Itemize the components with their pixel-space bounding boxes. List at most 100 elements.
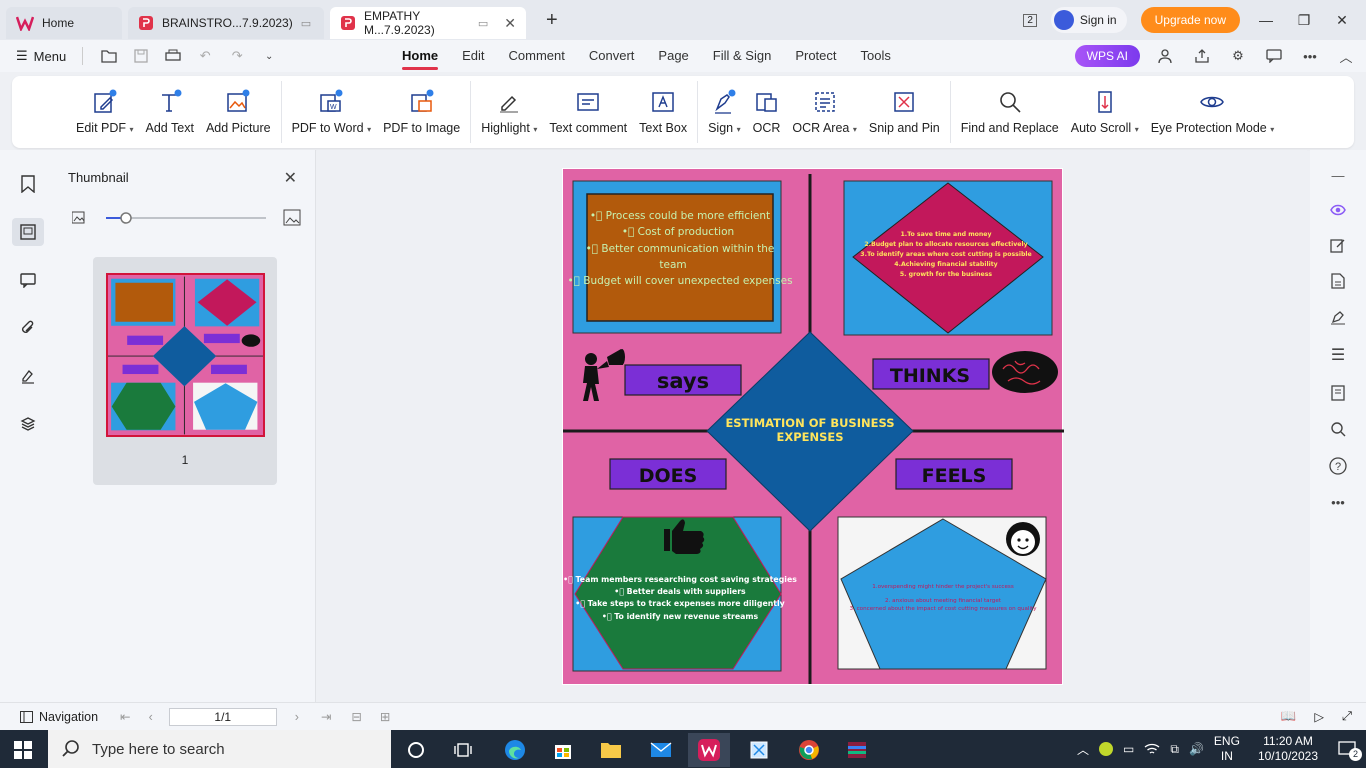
eye-protection-button[interactable]: Eye Protection Mode ▾ (1145, 80, 1281, 144)
clock[interactable]: 11:20 AM 10/10/2023 (1258, 734, 1318, 764)
menu-tab-tools[interactable]: Tools (849, 40, 903, 72)
edit-pdf-button[interactable]: Edit PDF ▾ (70, 80, 140, 144)
new-tab-button[interactable]: + (546, 9, 558, 32)
document-viewer[interactable]: •  Process could be more efficient •  Co… (317, 150, 1307, 702)
last-page-icon[interactable]: ⇥ (321, 709, 331, 724)
chevron-down-icon[interactable]: ⌄ (259, 46, 279, 66)
menu-tab-home[interactable]: Home (390, 40, 450, 72)
ocr-button[interactable]: OCR (747, 80, 787, 144)
pdf-to-image-button[interactable]: PDF to Image (377, 80, 466, 144)
tab-brainstorm[interactable]: BRAINSTRO...7.9.2023) ▭ (128, 7, 324, 39)
dash-icon[interactable]: — (1332, 168, 1345, 183)
wifi-icon[interactable] (1144, 743, 1160, 755)
add-picture-button[interactable]: Add Picture (200, 80, 277, 144)
minimize-icon[interactable]: — (1254, 12, 1278, 28)
navigation-button[interactable]: Navigation (20, 710, 98, 724)
print-icon[interactable] (163, 46, 183, 66)
ocr-area-button[interactable]: OCR Area ▾ (786, 80, 862, 144)
sign-button[interactable]: Sign ▾ (702, 80, 747, 144)
book-icon[interactable] (1330, 385, 1346, 401)
pdf-to-word-button[interactable]: W PDF to Word ▾ (286, 80, 378, 144)
next-page-icon[interactable]: › (295, 710, 299, 724)
close-tab-icon[interactable]: ✕ (504, 15, 516, 32)
taskbar-search[interactable]: Type here to search (48, 730, 391, 768)
upgrade-button[interactable]: Upgrade now (1140, 7, 1240, 33)
task-view-icon[interactable] (442, 733, 484, 767)
menu-tab-protect[interactable]: Protect (783, 40, 848, 72)
page-thumbnail[interactable]: 1 (93, 257, 277, 485)
ai-eye-icon[interactable] (1330, 203, 1346, 217)
bookmark-icon[interactable] (12, 170, 44, 198)
more-icon[interactable]: ••• (1300, 46, 1320, 66)
store-icon[interactable] (542, 733, 584, 767)
comment-panel-icon[interactable] (12, 266, 44, 294)
attachment-icon[interactable] (12, 314, 44, 342)
more-options-icon[interactable]: ••• (1331, 495, 1345, 510)
fit-width-right-icon[interactable]: ⊞ (380, 709, 390, 724)
thumbnail-icon[interactable] (12, 218, 44, 246)
file-explorer-icon[interactable] (590, 733, 632, 767)
pen-nib-icon[interactable] (1330, 309, 1346, 325)
language-indicator[interactable]: ENG IN (1214, 734, 1240, 764)
winrar-icon[interactable] (836, 733, 878, 767)
menu-tab-comment[interactable]: Comment (497, 40, 577, 72)
document-icon[interactable] (1331, 273, 1345, 289)
menu-tab-convert[interactable]: Convert (577, 40, 647, 72)
open-folder-icon[interactable] (99, 46, 119, 66)
play-icon[interactable]: ▷ (1314, 709, 1324, 724)
prev-page-icon[interactable]: ‹ (149, 710, 153, 724)
volume-icon[interactable]: 🔊 (1189, 742, 1204, 756)
save-icon[interactable] (131, 46, 151, 66)
add-text-button[interactable]: Add Text (140, 80, 200, 144)
highlight-button[interactable]: Highlight ▾ (475, 80, 543, 144)
mail-icon[interactable] (640, 733, 682, 767)
window-count-badge[interactable]: 2 (1023, 13, 1037, 27)
chrome-icon[interactable] (788, 733, 830, 767)
sign-in-button[interactable]: Sign in (1050, 7, 1127, 33)
notification-icon[interactable]: 2 (1338, 741, 1362, 761)
edge-browser-icon[interactable] (494, 733, 536, 767)
screen-icon[interactable]: ▭ (478, 17, 488, 30)
help-icon[interactable]: ? (1329, 457, 1347, 475)
read-mode-icon[interactable]: 📖 (1281, 709, 1297, 724)
menu-button[interactable]: ☰ Menu (16, 48, 66, 64)
fullscreen-icon[interactable]: ⤢ (1342, 709, 1352, 724)
layers-icon[interactable] (12, 410, 44, 438)
close-window-icon[interactable]: ✕ (1330, 12, 1354, 29)
share-icon[interactable] (1192, 46, 1212, 66)
first-page-icon[interactable]: ⇤ (120, 709, 130, 724)
menu-tab-page[interactable]: Page (646, 40, 700, 72)
battery-icon[interactable]: ▭ (1123, 742, 1134, 756)
wps-ai-button[interactable]: WPS AI (1074, 45, 1140, 67)
menu-tab-fill-sign[interactable]: Fill & Sign (701, 40, 784, 72)
fit-width-left-icon[interactable]: ⊟ (351, 709, 361, 724)
security-icon[interactable] (1099, 742, 1114, 756)
screen-icon[interactable]: ▭ (301, 17, 311, 30)
text-format-icon[interactable]: ☰ (1331, 345, 1345, 365)
windows-start-icon[interactable] (14, 741, 32, 759)
page-number-input[interactable]: 1/1 (168, 707, 277, 726)
redo-icon[interactable]: ↷ (227, 46, 247, 66)
text-box-button[interactable]: Text Box (633, 80, 693, 144)
cortana-icon[interactable] (395, 733, 437, 767)
find-and-replace-button[interactable]: Find and Replace (955, 80, 1065, 144)
thumbnail-size-slider[interactable] (72, 208, 302, 228)
comment-icon[interactable] (1264, 46, 1284, 66)
tab-home[interactable]: Home (6, 7, 122, 39)
network-icon[interactable]: ⧉ (1170, 742, 1179, 757)
user-add-icon[interactable] (1156, 46, 1176, 66)
edit-icon[interactable] (1330, 237, 1346, 253)
chevron-up-icon[interactable]: ︿ (1077, 741, 1089, 758)
tab-empathy[interactable]: EMPATHY M...7.9.2023) ▭ ✕ (330, 7, 526, 39)
zoom-search-icon[interactable] (1330, 421, 1346, 437)
text-comment-button[interactable]: Text comment (543, 80, 633, 144)
snipping-tool-icon[interactable] (738, 733, 780, 767)
restore-icon[interactable]: ❐ (1292, 12, 1316, 29)
snip-and-pin-button[interactable]: Snip and Pin (863, 80, 946, 144)
signature-icon[interactable] (12, 362, 44, 390)
wps-office-icon[interactable] (688, 733, 730, 767)
auto-scroll-button[interactable]: Auto Scroll ▾ (1065, 80, 1145, 144)
collapse-ribbon-icon[interactable]: ︿ (1336, 46, 1356, 66)
settings-icon[interactable]: ⚙ (1228, 46, 1248, 66)
menu-tab-edit[interactable]: Edit (450, 40, 496, 72)
